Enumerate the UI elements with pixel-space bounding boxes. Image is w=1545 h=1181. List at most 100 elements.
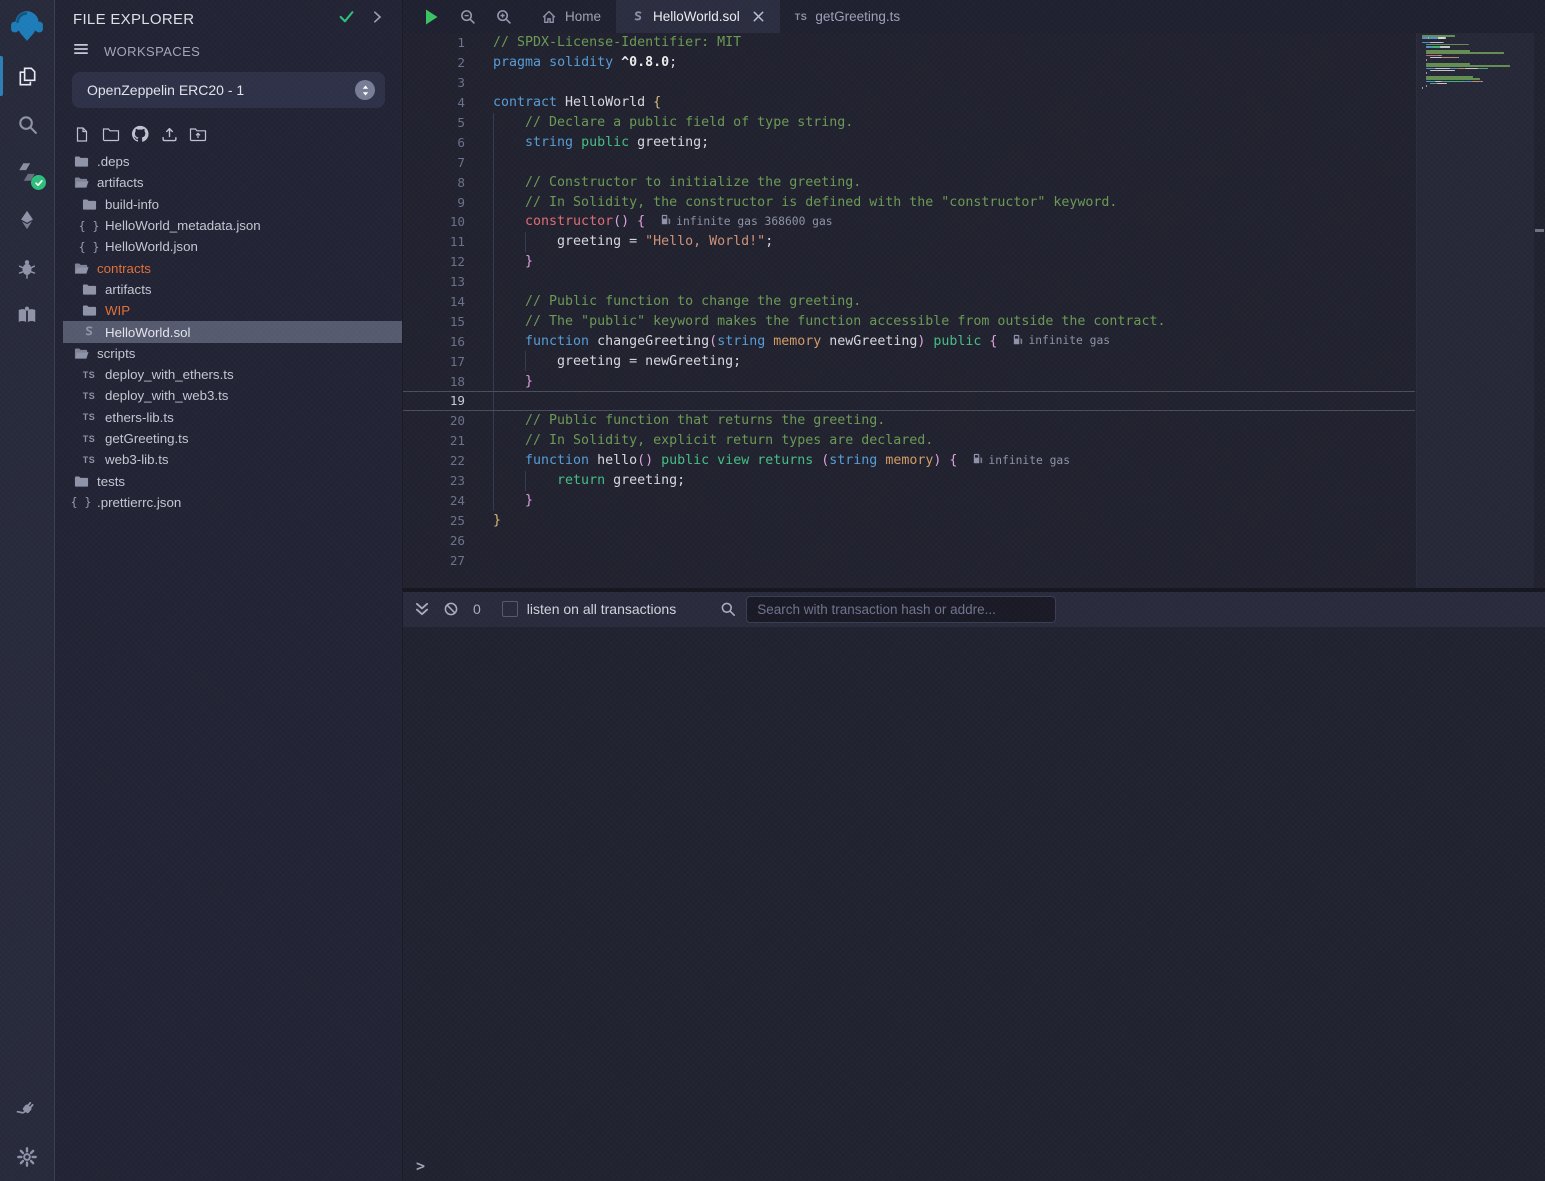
tree-item--prettierrc-json[interactable]: { }.prettierrc.json <box>55 492 402 513</box>
load-folder-icon[interactable] <box>189 125 207 143</box>
code-line-16[interactable]: 16 function changeGreeting(string memory… <box>403 331 1415 351</box>
tree-item-web3-lib-ts[interactable]: TSweb3-lib.ts <box>55 449 402 470</box>
terminal-output[interactable]: > <box>403 627 1545 1181</box>
solidity-compiler-icon[interactable] <box>0 148 54 196</box>
code-line-3[interactable]: 3 <box>403 73 1415 93</box>
learneth-icon[interactable] <box>0 292 54 340</box>
code-line-8[interactable]: 8 // Constructor to initialize the greet… <box>403 172 1415 192</box>
tree-item-scripts[interactable]: scripts <box>55 343 402 364</box>
code-line-2[interactable]: 2pragma solidity ^0.8.0; <box>403 53 1415 73</box>
line-number: 14 <box>403 294 478 309</box>
close-icon[interactable] <box>752 10 765 23</box>
code-line-12[interactable]: 12 } <box>403 252 1415 272</box>
tree-item-helloworld-metadata-json[interactable]: { }HelloWorld_metadata.json <box>55 215 402 236</box>
code-line-17[interactable]: 17 greeting = newGreeting; <box>403 351 1415 371</box>
code-line-18[interactable]: 18 } <box>403 371 1415 391</box>
listen-transactions-checkbox[interactable] <box>502 601 518 617</box>
tree-item-wip[interactable]: WIP <box>55 300 402 321</box>
tree-item-tests[interactable]: tests <box>55 470 402 491</box>
check-icon[interactable] <box>338 8 355 30</box>
tree-item-getgreeting-ts[interactable]: TSgetGreeting.ts <box>55 428 402 449</box>
code-line-9[interactable]: 9 // In Solidity, the constructor is def… <box>403 192 1415 212</box>
zoom-out-icon[interactable] <box>460 9 476 25</box>
tree-item-helloworld-json[interactable]: { }HelloWorld.json <box>55 236 402 257</box>
line-number: 9 <box>403 195 478 210</box>
search-icon[interactable] <box>0 100 54 148</box>
file-explorer-panel: FILE EXPLORER WORKSPACES OpenZeppelin ER… <box>55 0 403 1181</box>
terminal-collapse-icon[interactable] <box>414 601 430 617</box>
tree-item-helloworld-sol[interactable]: HelloWorld.sol <box>63 321 402 342</box>
line-content: // In Solidity, the constructor is defin… <box>478 195 1117 210</box>
line-number: 4 <box>403 95 478 110</box>
terminal-search-input[interactable] <box>746 596 1056 623</box>
tree-item-deploy-with-ethers-ts[interactable]: TSdeploy_with_ethers.ts <box>55 364 402 385</box>
line-number: 13 <box>403 274 478 289</box>
line-content: pragma solidity ^0.8.0; <box>478 55 677 70</box>
chevron-right-icon[interactable] <box>370 10 384 29</box>
zoom-in-icon[interactable] <box>496 9 512 25</box>
line-number: 23 <box>403 473 478 488</box>
clear-console-icon[interactable] <box>443 601 459 617</box>
code-line-25[interactable]: 25} <box>403 510 1415 530</box>
code-line-14[interactable]: 14 // Public function to change the gree… <box>403 292 1415 312</box>
code-line-23[interactable]: 23 return greeting; <box>403 471 1415 491</box>
tree-item-label: HelloWorld_metadata.json <box>105 218 261 233</box>
tree-item-artifacts[interactable]: artifacts <box>55 279 402 300</box>
tree-item-build-info[interactable]: build-info <box>55 194 402 215</box>
json-icon: { } <box>81 240 97 254</box>
line-number: 25 <box>403 513 478 528</box>
deploy-run-icon[interactable] <box>0 196 54 244</box>
code-line-27[interactable]: 27 <box>403 550 1415 570</box>
code-line-26[interactable]: 26 <box>403 530 1415 550</box>
settings-icon[interactable] <box>0 1133 54 1181</box>
line-number: 6 <box>403 135 478 150</box>
code-line-5[interactable]: 5 // Declare a public field of type stri… <box>403 113 1415 133</box>
tree-item-artifacts[interactable]: artifacts <box>55 172 402 193</box>
ts-icon: TS <box>81 434 97 444</box>
line-number: 11 <box>403 234 478 249</box>
workspaces-menu-icon[interactable] <box>73 41 89 62</box>
line-content: contract HelloWorld { <box>478 95 661 110</box>
publish-icon[interactable] <box>160 125 178 143</box>
line-content: function hello() public view returns (st… <box>478 453 1070 468</box>
code-line-22[interactable]: 22 function hello() public view returns … <box>403 451 1415 471</box>
workspace-select[interactable]: OpenZeppelin ERC20 - 1 <box>72 72 385 108</box>
new-file-icon[interactable] <box>73 125 91 143</box>
tab-home[interactable]: Home <box>526 0 616 33</box>
line-number: 19 <box>403 393 478 408</box>
code-line-19[interactable]: 19 <box>403 391 1415 411</box>
gas-estimate-lens: infinite gas <box>973 453 1070 467</box>
code-editor[interactable]: 1// SPDX-License-Identifier: MIT2pragma … <box>403 33 1545 588</box>
code-line-21[interactable]: 21 // In Solidity, explicit return types… <box>403 431 1415 451</box>
tab-helloworld-sol[interactable]: HelloWorld.sol <box>616 0 780 33</box>
minimap[interactable] <box>1416 33 1536 588</box>
code-line-7[interactable]: 7 <box>403 152 1415 172</box>
code-line-11[interactable]: 11 greeting = "Hello, World!"; <box>403 232 1415 252</box>
ts-icon: TS <box>81 370 97 380</box>
github-icon[interactable] <box>131 125 149 143</box>
tree-item--deps[interactable]: .deps <box>55 151 402 172</box>
code-line-10[interactable]: 10 constructor() {infinite gas 368600 ga… <box>403 212 1415 232</box>
code-line-20[interactable]: 20 // Public function that returns the g… <box>403 411 1415 431</box>
code-line-4[interactable]: 4contract HelloWorld { <box>403 93 1415 113</box>
tab-label: getGreeting.ts <box>815 9 900 24</box>
code-line-6[interactable]: 6 string public greeting; <box>403 132 1415 152</box>
editor-scrollbar[interactable] <box>1534 33 1545 588</box>
file-explorer-icon[interactable] <box>0 52 54 100</box>
tree-item-ethers-lib-ts[interactable]: TSethers-lib.ts <box>55 407 402 428</box>
code-line-24[interactable]: 24 } <box>403 490 1415 510</box>
debugger-icon[interactable] <box>0 244 54 292</box>
folder-icon <box>81 282 97 297</box>
code-line-15[interactable]: 15 // The "public" keyword makes the fun… <box>403 311 1415 331</box>
run-script-button[interactable] <box>423 8 440 26</box>
plugin-manager-icon[interactable] <box>0 1085 54 1133</box>
remix-logo[interactable] <box>0 0 54 52</box>
tree-item-deploy-with-web3-ts[interactable]: TSdeploy_with_web3.ts <box>55 385 402 406</box>
new-folder-icon[interactable] <box>102 125 120 143</box>
terminal-prompt[interactable]: > <box>416 1157 425 1175</box>
tree-item-contracts[interactable]: contracts <box>55 257 402 278</box>
tab-getgreeting-ts[interactable]: TSgetGreeting.ts <box>780 0 915 33</box>
code-line-13[interactable]: 13 <box>403 272 1415 292</box>
gas-estimate-lens: infinite gas <box>1013 334 1110 348</box>
code-line-1[interactable]: 1// SPDX-License-Identifier: MIT <box>403 33 1415 53</box>
